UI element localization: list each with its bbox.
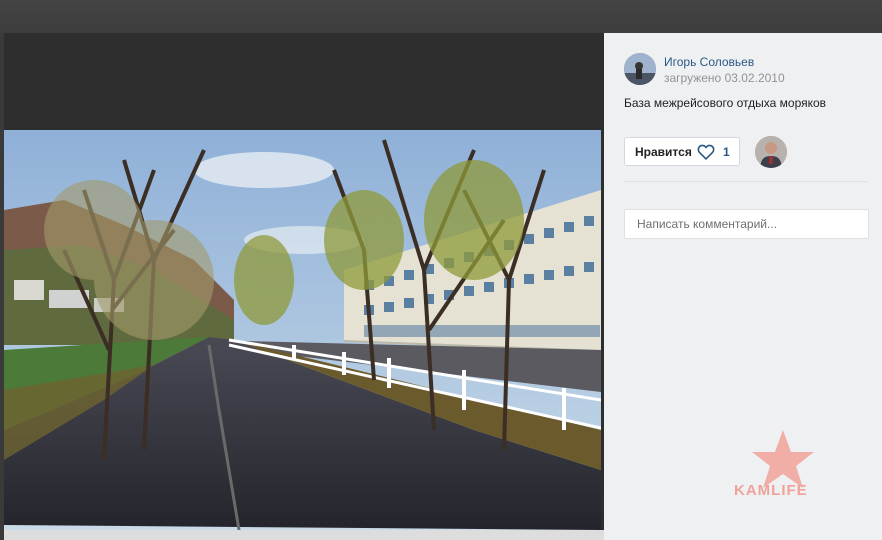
star-icon — [752, 430, 814, 488]
photo-frame-strip — [4, 530, 604, 540]
photo-viewer[interactable] — [4, 33, 604, 540]
top-overlay — [0, 0, 882, 34]
author-name[interactable]: Игорь Соловьев — [664, 55, 754, 69]
like-button[interactable]: Нравится 1 — [624, 137, 740, 166]
watermark: KAMLIFE — [730, 428, 840, 508]
upload-info: загружено 03.02.2010 — [664, 71, 785, 85]
like-count: 1 — [723, 145, 730, 159]
photo-image — [4, 130, 601, 530]
info-panel: Игорь Соловьев загружено 03.02.2010 База… — [604, 33, 882, 540]
author-row: Игорь Соловьев загружено 03.02.2010 — [624, 53, 874, 87]
upload-date: 03.02.2010 — [724, 71, 785, 85]
photo-caption: База межрейсового отдыха моряков — [624, 96, 827, 110]
like-label: Нравится — [635, 145, 692, 159]
heart-icon — [697, 144, 715, 160]
photo[interactable] — [4, 130, 601, 530]
comment-input[interactable] — [624, 209, 869, 239]
author-avatar[interactable] — [624, 53, 656, 85]
upload-prefix: загружено — [664, 71, 722, 85]
liker-avatar[interactable] — [755, 136, 787, 168]
watermark-text: KAMLIFE — [734, 482, 808, 499]
divider — [624, 181, 868, 182]
